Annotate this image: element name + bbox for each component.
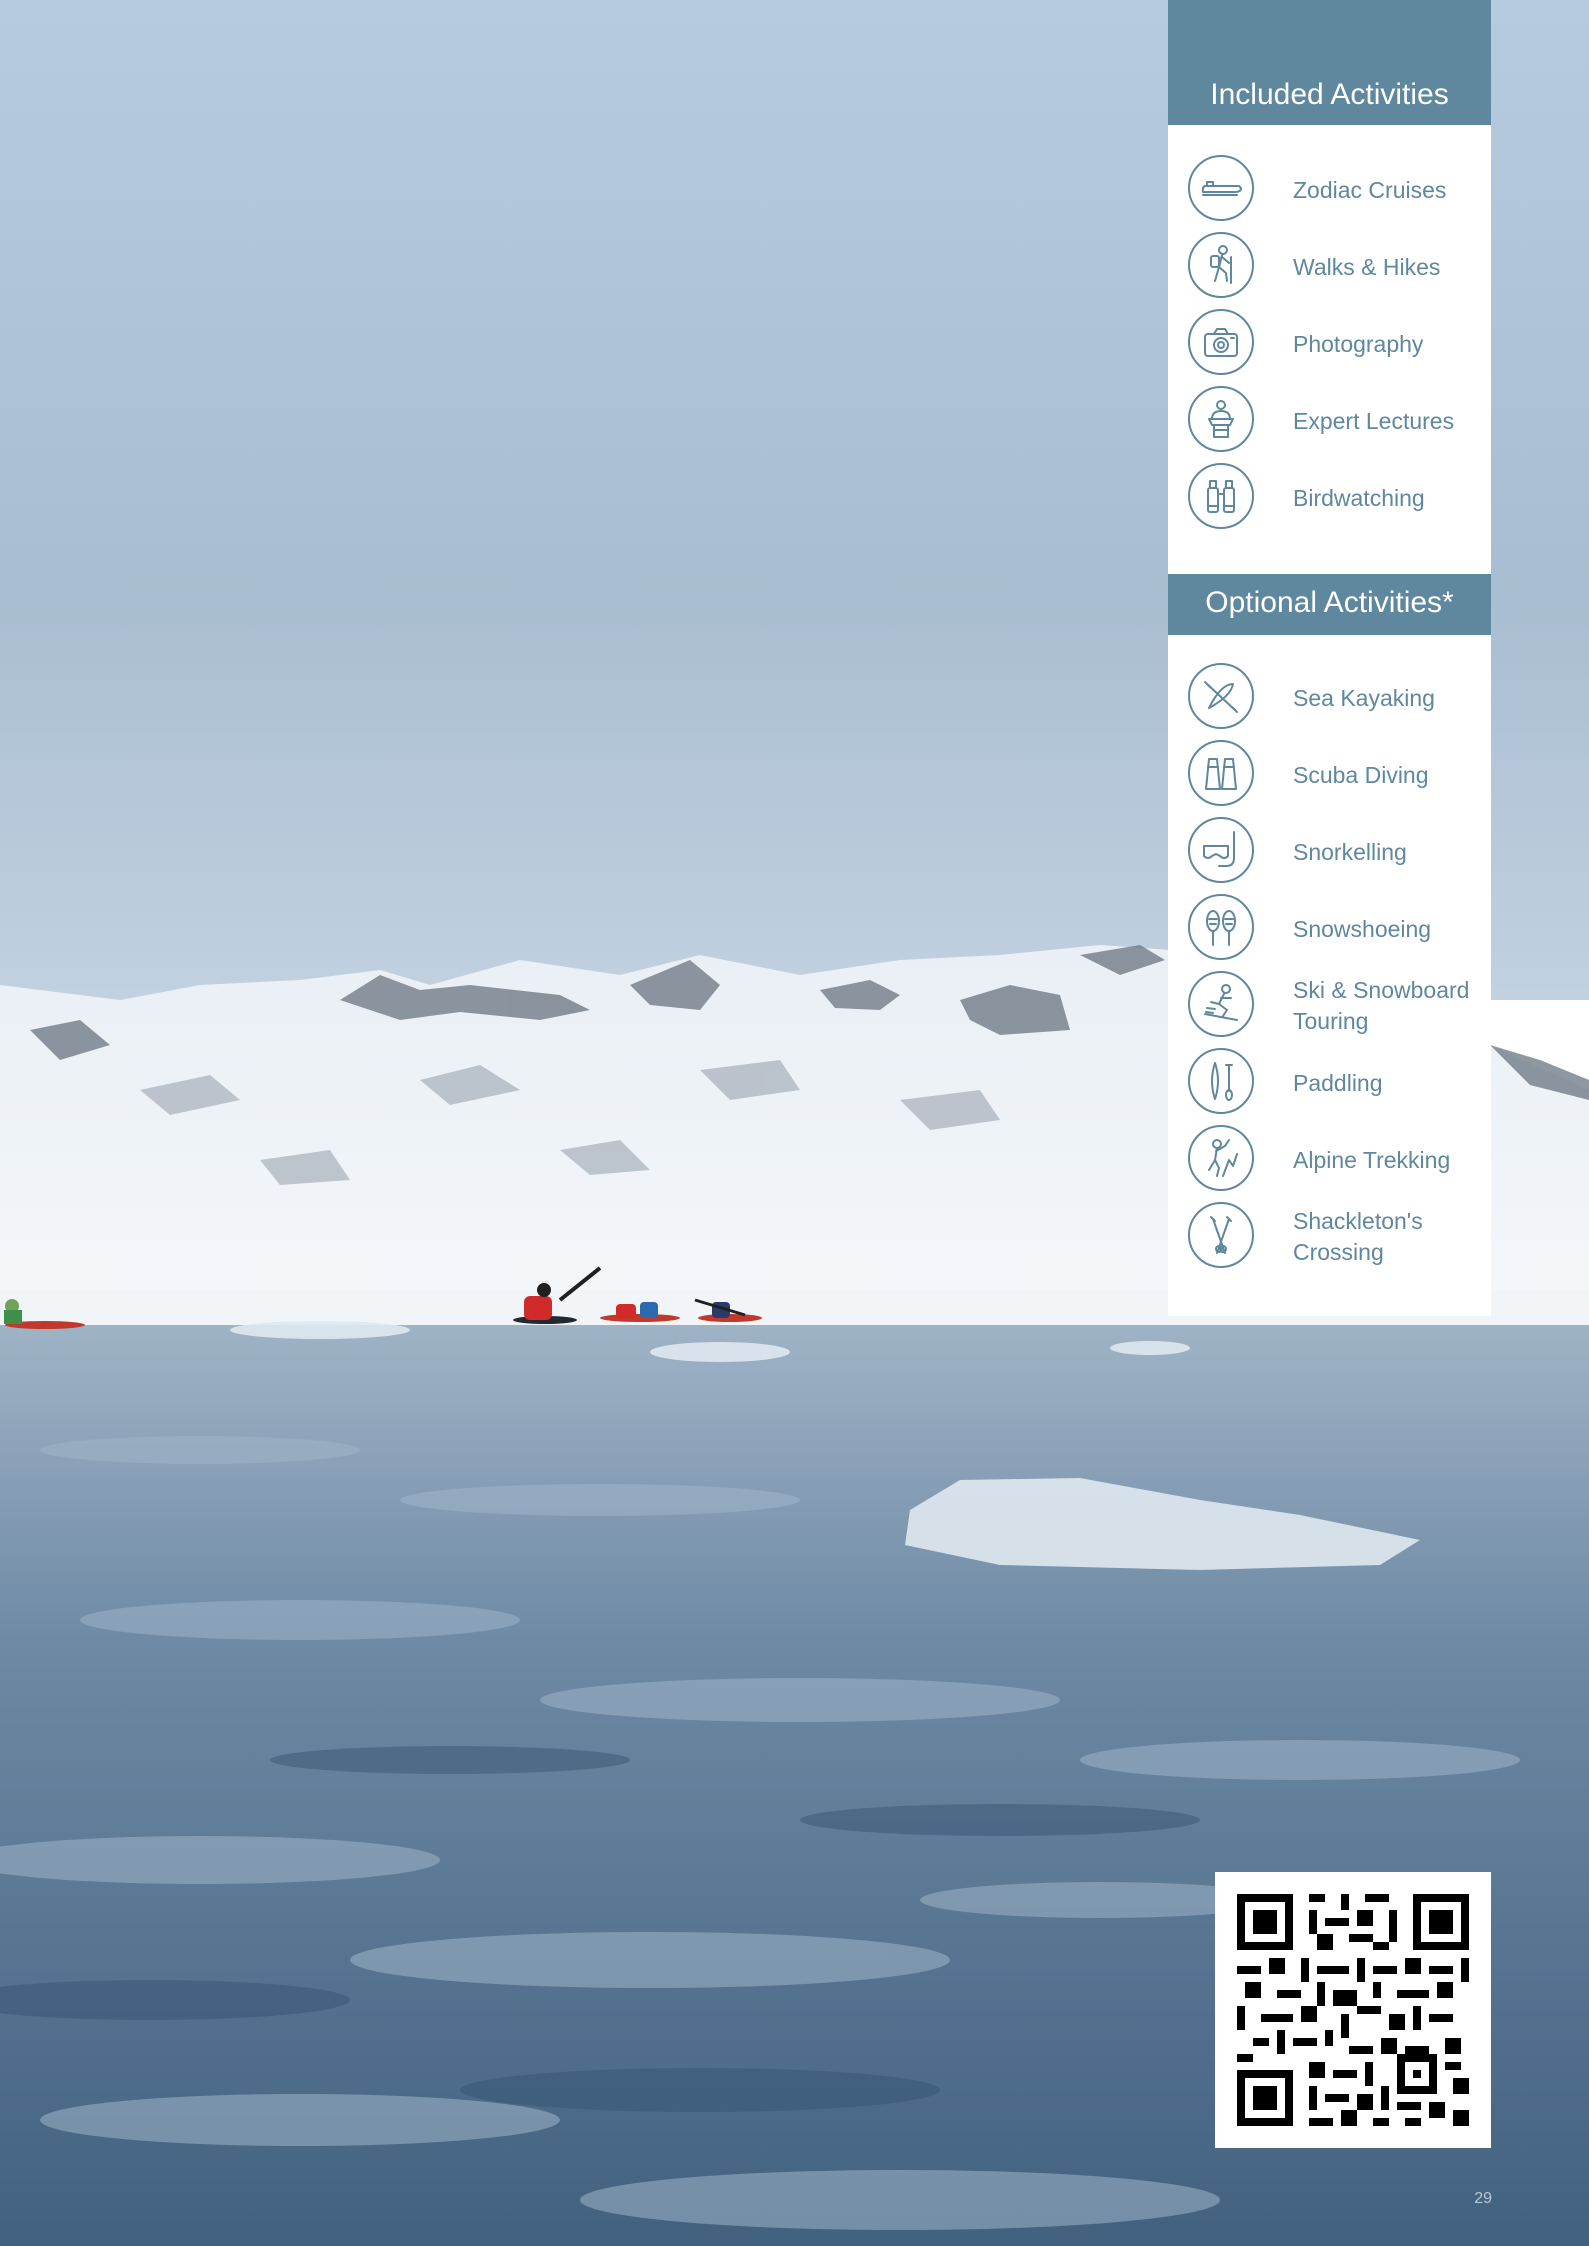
activity-label: Expert Lectures [1293, 407, 1455, 434]
ski-poles-icon [1188, 1202, 1254, 1268]
paddleboard-icon [1188, 1048, 1254, 1114]
activity-label: Sea Kayaking [1293, 684, 1435, 711]
activity-birdwatching: Birdwatching [1188, 463, 1488, 533]
hiker-icon [1188, 232, 1254, 298]
activity-snorkelling: Snorkelling [1188, 817, 1488, 887]
included-activities-heading: Included Activities [1168, 0, 1491, 125]
activity-label: Snorkelling [1293, 838, 1407, 865]
fins-icon [1188, 740, 1254, 806]
activity-sea-kayaking: Sea Kayaking [1188, 663, 1488, 733]
kayak-icon [1188, 663, 1254, 729]
snorkel-icon [1188, 817, 1254, 883]
activity-zodiac-cruises: Zodiac Cruises [1188, 155, 1488, 225]
activity-label: Shackleton's Crossing [1293, 1208, 1423, 1265]
activity-label: Walks & Hikes [1293, 253, 1441, 280]
activity-label: Ski & Snowboard Touring [1293, 977, 1470, 1034]
qr-code[interactable] [1215, 1872, 1491, 2148]
activity-photography: Photography [1188, 309, 1488, 379]
page-number: 29 [1474, 2190, 1492, 2207]
activity-label: Zodiac Cruises [1293, 176, 1447, 203]
climber-icon [1188, 1125, 1254, 1191]
activity-alpine-trekking: Alpine Trekking [1188, 1125, 1488, 1195]
activity-label: Photography [1293, 330, 1424, 357]
activity-label: Snowshoeing [1293, 915, 1432, 942]
snowshoes-icon [1188, 894, 1254, 960]
activity-snowshoeing: Snowshoeing [1188, 894, 1488, 964]
camera-icon [1188, 309, 1254, 375]
included-activities-panel: Included Activities Zodiac Cruises Walks… [1168, 0, 1491, 574]
optional-activities-heading: Optional Activities* [1168, 575, 1491, 635]
activity-label: Scuba Diving [1293, 761, 1429, 788]
skier-icon [1188, 971, 1254, 1037]
activity-label: Birdwatching [1293, 484, 1425, 511]
activity-scuba-diving: Scuba Diving [1188, 740, 1488, 810]
activity-ski-snowboard-touring: Ski & Snowboard Touring [1188, 971, 1488, 1041]
activity-label: Paddling [1293, 1069, 1383, 1096]
activity-shackletons-crossing: Shackleton's Crossing [1188, 1202, 1488, 1272]
activity-expert-lectures: Expert Lectures [1188, 386, 1488, 456]
optional-activities-panel: Optional Activities* Sea Kayaking Scuba … [1168, 575, 1491, 1316]
activity-label: Alpine Trekking [1293, 1146, 1451, 1173]
zodiac-boat-icon [1188, 155, 1254, 221]
activity-paddling: Paddling [1188, 1048, 1488, 1118]
lecturer-icon [1188, 386, 1254, 452]
qr-code-icon [1237, 1894, 1469, 2126]
binoculars-icon [1188, 463, 1254, 529]
activity-walks-hikes: Walks & Hikes [1188, 232, 1488, 302]
